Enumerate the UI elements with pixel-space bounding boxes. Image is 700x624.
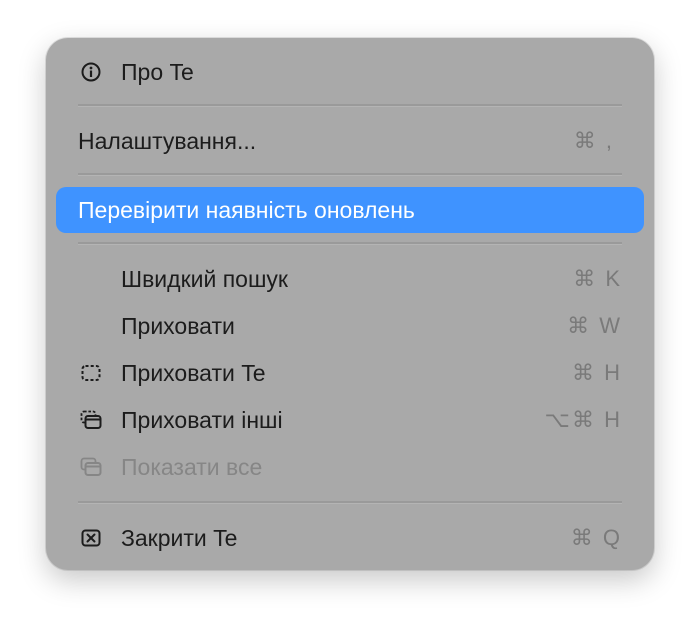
menu-item-hide-others[interactable]: Приховати інші ⌥⌘ H xyxy=(56,397,644,443)
menu-item-hide-label: Приховати xyxy=(121,313,235,339)
menu-item-quick-search-shortcut: ⌘ K xyxy=(573,266,622,291)
info-circle-icon xyxy=(81,62,101,82)
menu-item-quick-search[interactable]: Швидкий пошук ⌘ K xyxy=(56,256,644,302)
menu-item-show-all: Показати все xyxy=(56,444,644,490)
menu-item-quit[interactable]: Закрити Te ⌘ Q xyxy=(56,515,644,561)
menu-item-about[interactable]: Про Te xyxy=(56,49,644,95)
menu-separator xyxy=(78,173,622,176)
menu-item-settings-label: Налаштування... xyxy=(78,128,257,154)
menu-item-hide-app-shortcut: ⌘ H xyxy=(572,360,622,385)
app-menu: Про Te Налаштування... ⌘ , Перевірити на… xyxy=(46,38,654,570)
menu-item-hide-others-label: Приховати інші xyxy=(121,407,283,433)
close-box-icon xyxy=(81,529,101,547)
menu-item-hide-app-label: Приховати Te xyxy=(121,360,266,386)
menu-item-check-updates-label: Перевірити наявність оновлень xyxy=(78,197,415,223)
menu-item-hide-others-shortcut: ⌥⌘ H xyxy=(544,407,622,432)
menu-item-quit-shortcut: ⌘ Q xyxy=(570,525,622,550)
menu-item-check-updates[interactable]: Перевірити наявність оновлень xyxy=(56,187,644,233)
dashed-window-icon xyxy=(81,365,101,381)
menu-item-hide[interactable]: Приховати ⌘ W xyxy=(56,303,644,349)
menu-item-show-all-label: Показати все xyxy=(121,454,263,480)
menu-separator xyxy=(78,501,622,504)
menu-item-quit-label: Закрити Te xyxy=(121,525,238,551)
menu-item-settings-shortcut: ⌘ , xyxy=(573,128,614,153)
stacked-windows-icon xyxy=(80,410,102,429)
menu-item-hide-shortcut: ⌘ W xyxy=(567,313,622,338)
menu-separator xyxy=(78,104,622,107)
menu-item-hide-app[interactable]: Приховати Te ⌘ H xyxy=(56,350,644,396)
show-all-windows-icon xyxy=(80,457,102,476)
menu-item-quick-search-label: Швидкий пошук xyxy=(121,266,288,292)
menu-item-settings[interactable]: Налаштування... ⌘ , xyxy=(56,118,644,164)
menu-separator xyxy=(78,242,622,245)
menu-item-about-label: Про Te xyxy=(121,59,194,85)
